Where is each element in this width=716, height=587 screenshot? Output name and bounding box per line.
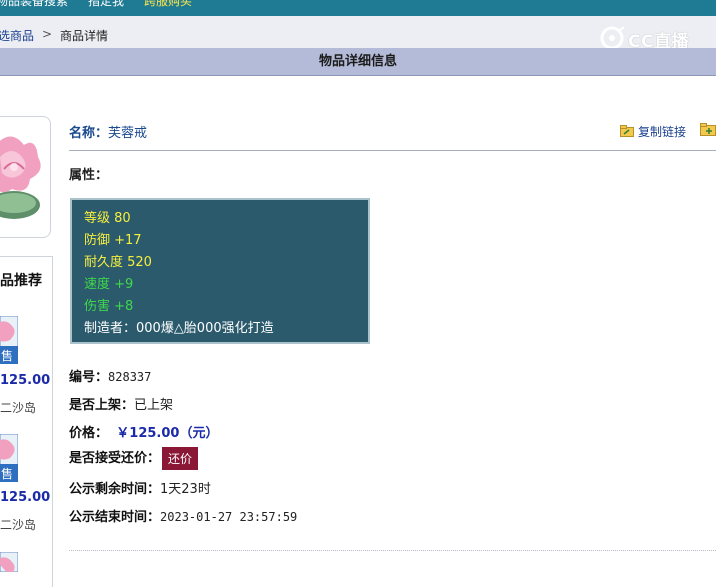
item-id-value: 828337 — [108, 370, 152, 384]
folder-link-icon — [620, 125, 634, 137]
recommend-item-thumb[interactable]: 售 — [0, 434, 18, 482]
item-image-panel — [0, 116, 51, 238]
listed-label: 是否上架： — [69, 398, 135, 413]
nav-item-equipment-search[interactable]: 物品装备搜索 — [0, 0, 68, 9]
nav-item-designate[interactable]: 指定我 — [88, 0, 124, 9]
attribute-line: 制造者：000爆△胎000强化打造 — [84, 321, 274, 336]
breadcrumb-current: 商品详情 — [60, 29, 109, 43]
ring-thumb-icon — [0, 552, 18, 572]
ring-thumb-icon: 售 — [0, 434, 18, 482]
attributes-box: 等级 80 防御 +17 耐久度 520 速度 +9 伤害 +8 制造者：000… — [70, 198, 370, 344]
sale-badge: 售 — [1, 348, 13, 363]
page-title: 物品详细信息 — [0, 48, 716, 76]
remaining-time-row: 公示剩余时间：1天23时 — [69, 478, 211, 497]
item-name-label: 名称： — [69, 126, 109, 141]
attribute-line: 防御 +17 — [84, 233, 142, 248]
listed-value: 已上架 — [134, 398, 174, 413]
attributes-label: 属性： — [69, 168, 109, 183]
breadcrumb-separator: > — [42, 27, 53, 41]
attribute-line: 伤害 +8 — [84, 299, 134, 314]
bargain-row: 是否接受还价： 还价 — [69, 447, 199, 470]
listed-row: 是否上架：已上架 — [69, 394, 173, 413]
end-time-label: 公示结束时间： — [69, 510, 161, 525]
item-name-value: 芙蓉戒 — [108, 126, 148, 141]
top-nav: 物品装备搜索 指定我 跨服购买 — [0, 0, 716, 16]
recommend-item-price[interactable]: 125.00 — [0, 490, 50, 505]
recommend-item-price[interactable]: 125.00 — [0, 373, 50, 388]
cc-logo-icon — [600, 26, 625, 50]
item-id-row: 编号：828337 — [69, 366, 151, 385]
remaining-time-label: 公示剩余时间： — [69, 482, 161, 497]
bargain-label: 是否接受还价： — [69, 451, 161, 466]
nav-item-cross-server[interactable]: 跨服购买 — [144, 0, 192, 9]
divider — [69, 150, 716, 151]
price-value: ￥125.00（元） — [116, 426, 219, 441]
attribute-line: 速度 +9 — [84, 277, 134, 292]
ring-item-image — [0, 136, 41, 219]
recommend-item-server: 二沙岛 — [0, 518, 37, 532]
recommend-item-thumb[interactable]: 售 — [0, 316, 18, 364]
attribute-line: 等级 80 — [84, 211, 131, 226]
breadcrumb-link[interactable]: 选商品 — [0, 27, 34, 44]
price-label: 价格： — [69, 426, 109, 441]
end-time-value: 2023-01-27 23:57:59 — [160, 510, 298, 524]
copy-link-label[interactable]: 复制链接 — [638, 125, 686, 139]
remaining-time-value: 1天23时 — [160, 482, 211, 497]
recommend-item-thumb[interactable] — [0, 552, 18, 572]
recommend-panel — [0, 256, 53, 587]
item-name: 名称：芙蓉戒 — [69, 122, 147, 141]
ring-thumb-icon: 售 — [0, 316, 18, 364]
price-row: 价格： ￥125.00（元） — [69, 422, 218, 441]
copy-link-button[interactable]: 复制链接 — [620, 123, 686, 140]
recommend-title: 品推荐 — [0, 273, 42, 289]
divider — [69, 550, 716, 551]
favorite-folder-icon[interactable] — [700, 123, 716, 136]
end-time-row: 公示结束时间：2023-01-27 23:57:59 — [69, 506, 297, 525]
recommend-item-server: 二沙岛 — [0, 401, 37, 415]
sale-badge: 售 — [1, 466, 13, 481]
bargain-button[interactable]: 还价 — [162, 447, 199, 470]
item-id-label: 编号： — [69, 370, 109, 385]
attribute-line: 耐久度 520 — [84, 255, 152, 270]
